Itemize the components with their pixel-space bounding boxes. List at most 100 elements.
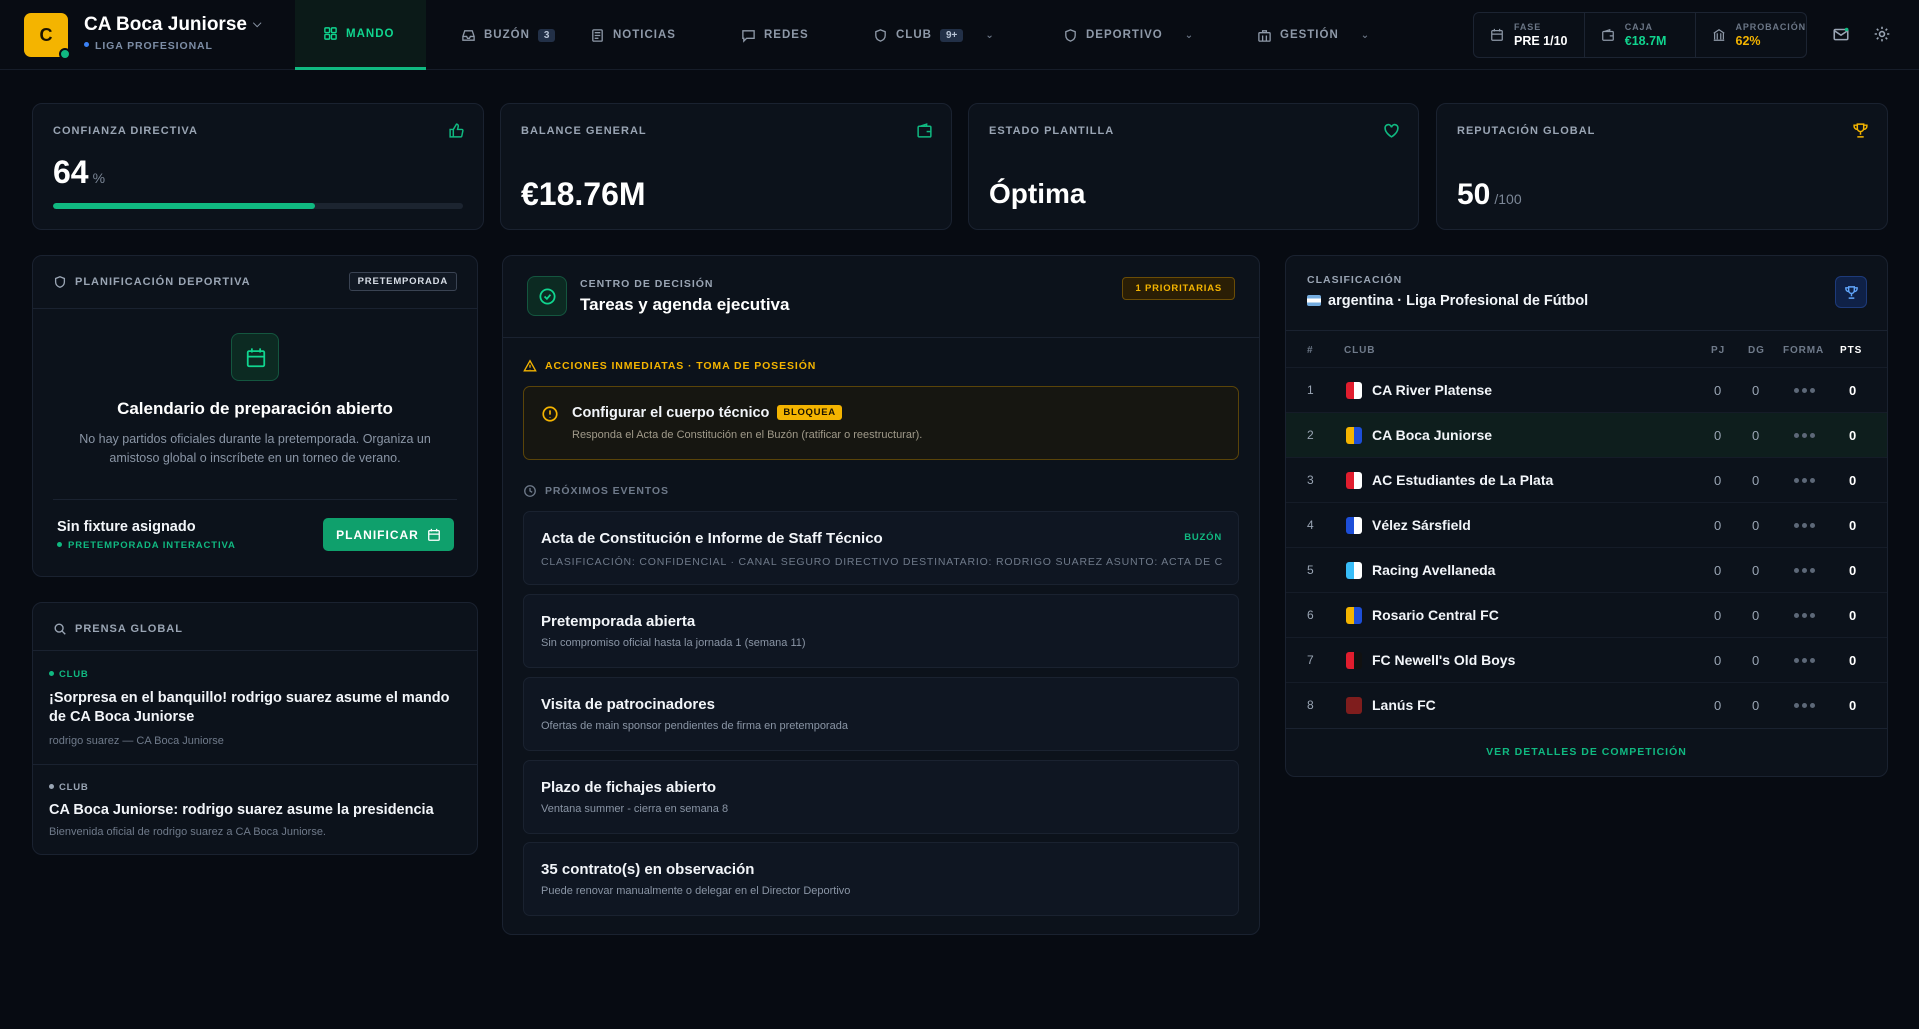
planning-panel: PLANIFICACIÓN DEPORTIVA PRETEMPORADA Cal…: [32, 255, 478, 577]
press-panel: PRENSA GLOBAL CLUB ¡Sorpresa en el banqu…: [32, 602, 478, 855]
row-pj: 0: [1714, 383, 1722, 398]
row-dg: 0: [1752, 383, 1760, 398]
club-crest-icon: [1346, 427, 1362, 444]
gear-icon[interactable]: [1873, 25, 1891, 43]
nav-item-buzon[interactable]: BUZÓN 3: [426, 0, 589, 70]
inbox-icon: [462, 29, 475, 41]
kpi-value: 50/100: [1457, 178, 1522, 211]
press-item[interactable]: CLUB ¡Sorpresa en el banquillo! rodrigo …: [33, 651, 477, 764]
press-tag: CLUB: [49, 669, 89, 680]
row-pts: 0: [1849, 653, 1857, 668]
row-pts: 0: [1849, 473, 1857, 488]
divider: [53, 499, 457, 500]
decision-kicker: CENTRO DE DECISIÓN: [580, 278, 714, 290]
row-position: 4: [1307, 518, 1314, 532]
check-circle-icon: [539, 288, 556, 305]
divider: [1286, 728, 1887, 729]
nav-item-club[interactable]: CLUB 9+ ⌄: [873, 0, 1063, 70]
table-row[interactable]: 5 Racing Avellaneda 0 0 0: [1286, 547, 1887, 592]
table-row[interactable]: 4 Vélez Sársfield 0 0 0: [1286, 502, 1887, 547]
table-row[interactable]: 3 AC Estudiantes de La Plata 0 0 0: [1286, 457, 1887, 502]
club-badge[interactable]: C: [24, 13, 71, 60]
row-dg: 0: [1752, 653, 1760, 668]
bloquea-badge: BLOQUEA: [777, 405, 842, 420]
event-item[interactable]: Plazo de fichajes abierto Ventana summer…: [523, 760, 1239, 834]
press-headline: CA Boca Juniorse: rodrigo suarez asume l…: [49, 802, 434, 818]
divider: [33, 308, 477, 309]
kpi-confianza-card: CONFIANZA DIRECTIVA 64%: [32, 103, 484, 230]
row-pts: 0: [1849, 608, 1857, 623]
event-item[interactable]: 35 contrato(s) en observación Puede reno…: [523, 842, 1239, 916]
row-pj: 0: [1714, 608, 1722, 623]
event-item[interactable]: Pretemporada abierta Sin compromiso ofic…: [523, 594, 1239, 668]
event-title: Acta de Constitución e Informe de Staff …: [541, 530, 883, 547]
club-crest-icon: [1346, 472, 1362, 489]
row-position: 7: [1307, 653, 1314, 667]
table-row[interactable]: 1 CA River Platense 0 0 0: [1286, 367, 1887, 412]
briefcase-icon: [1258, 29, 1271, 42]
shield-icon: [1065, 28, 1076, 42]
stat-aprobacion: APROBACIÓN 62%: [1694, 13, 1807, 57]
trophy-button[interactable]: [1835, 276, 1867, 308]
heart-icon: [1384, 123, 1399, 138]
row-dg: 0: [1752, 608, 1760, 623]
nav-item-noticias[interactable]: NOTICIAS: [589, 0, 741, 70]
calendar-icon: [427, 528, 440, 541]
chevron-down-icon: ⌄: [1184, 29, 1195, 41]
kpi-label: CONFIANZA DIRECTIVA: [53, 125, 198, 137]
row-pts: 0: [1849, 383, 1857, 398]
table-row[interactable]: 6 Rosario Central FC 0 0 0: [1286, 592, 1887, 637]
kpi-plantilla-card: ESTADO PLANTILLA Óptima: [968, 103, 1419, 230]
nav-item-mando[interactable]: MANDO: [295, 0, 426, 70]
kpi-label: REPUTACIÓN GLOBAL: [1457, 125, 1596, 137]
top-bar: C CA Boca Juniorse ⌵ LIGA PROFESIONAL MAN…: [0, 0, 1919, 70]
online-status-dot: [59, 48, 71, 60]
event-tag: BUZÓN: [1184, 532, 1222, 543]
table-row[interactable]: 2 CA Boca Juniorse 0 0 0: [1286, 412, 1887, 457]
decision-panel: CENTRO DE DECISIÓN Tareas y agenda ejecu…: [502, 255, 1260, 935]
nav-item-deportivo[interactable]: DEPORTIVO ⌄: [1063, 0, 1257, 70]
check-badge: [527, 276, 567, 316]
row-club-name: AC Estudiantes de La Plata: [1372, 472, 1554, 488]
kpi-value: €18.76M: [521, 176, 646, 212]
row-club-name: Lanús FC: [1372, 697, 1436, 713]
inbox-count-badge: 3: [537, 28, 556, 42]
row-pj: 0: [1714, 473, 1722, 488]
row-pts: 0: [1849, 428, 1857, 443]
wallet-icon: [917, 123, 932, 138]
status-stats: FASE PRE 1/10 CAJA €18.7M APROBACIÓN 62%: [1473, 12, 1807, 58]
form-dots: [1794, 523, 1815, 528]
kpi-label: BALANCE GENERAL: [521, 125, 647, 137]
competition-details-link[interactable]: VER DETALLES DE COMPETICIÓN: [1286, 746, 1887, 758]
priority-badge: 1 PRIORITARIAS: [1122, 277, 1235, 300]
press-item[interactable]: CLUB CA Boca Juniorse: rodrigo suarez as…: [33, 765, 477, 855]
nav-item-redes[interactable]: REDES: [741, 0, 873, 70]
grid-icon: [324, 27, 337, 40]
alert-card[interactable]: Configurar el cuerpo técnico BLOQUEA Resp…: [523, 386, 1239, 460]
row-pj: 0: [1714, 563, 1722, 578]
event-item[interactable]: Visita de patrocinadores Ofertas de main…: [523, 677, 1239, 751]
event-item[interactable]: Acta de Constitución e Informe de Staff …: [523, 511, 1239, 585]
shield-icon: [54, 276, 66, 288]
standings-header: # CLUB PJ DG FORMA PTS: [1307, 345, 1863, 356]
club-selector[interactable]: CA Boca Juniorse ⌵: [84, 14, 261, 36]
row-club-name: Racing Avellaneda: [1372, 562, 1496, 578]
event-title: Pretemporada abierta: [541, 613, 696, 630]
club-name: CA Boca Juniorse: [84, 14, 247, 35]
planificar-label: PLANIFICAR: [336, 527, 419, 542]
form-dots: [1794, 568, 1815, 573]
confianza-progress-bar: [53, 203, 463, 209]
progress-fill: [53, 203, 316, 209]
nav-item-gestion[interactable]: GESTIÓN ⌄: [1257, 0, 1407, 70]
decision-title: Tareas y agenda ejecutiva: [580, 295, 790, 314]
table-row[interactable]: 7 FC Newell's Old Boys 0 0 0: [1286, 637, 1887, 682]
table-row[interactable]: 8 Lanús FC 0 0 0: [1286, 682, 1887, 727]
shield-icon: [875, 28, 886, 42]
fixture-title: Sin fixture asignado: [57, 519, 196, 535]
club-crest-icon: [1346, 607, 1362, 624]
planificar-button[interactable]: PLANIFICAR: [323, 518, 454, 551]
mail-icon[interactable]: [1832, 25, 1850, 43]
event-title: Visita de patrocinadores: [541, 696, 715, 713]
standings-kicker: CLASIFICACIÓN: [1307, 274, 1403, 286]
form-dots: [1794, 388, 1815, 393]
